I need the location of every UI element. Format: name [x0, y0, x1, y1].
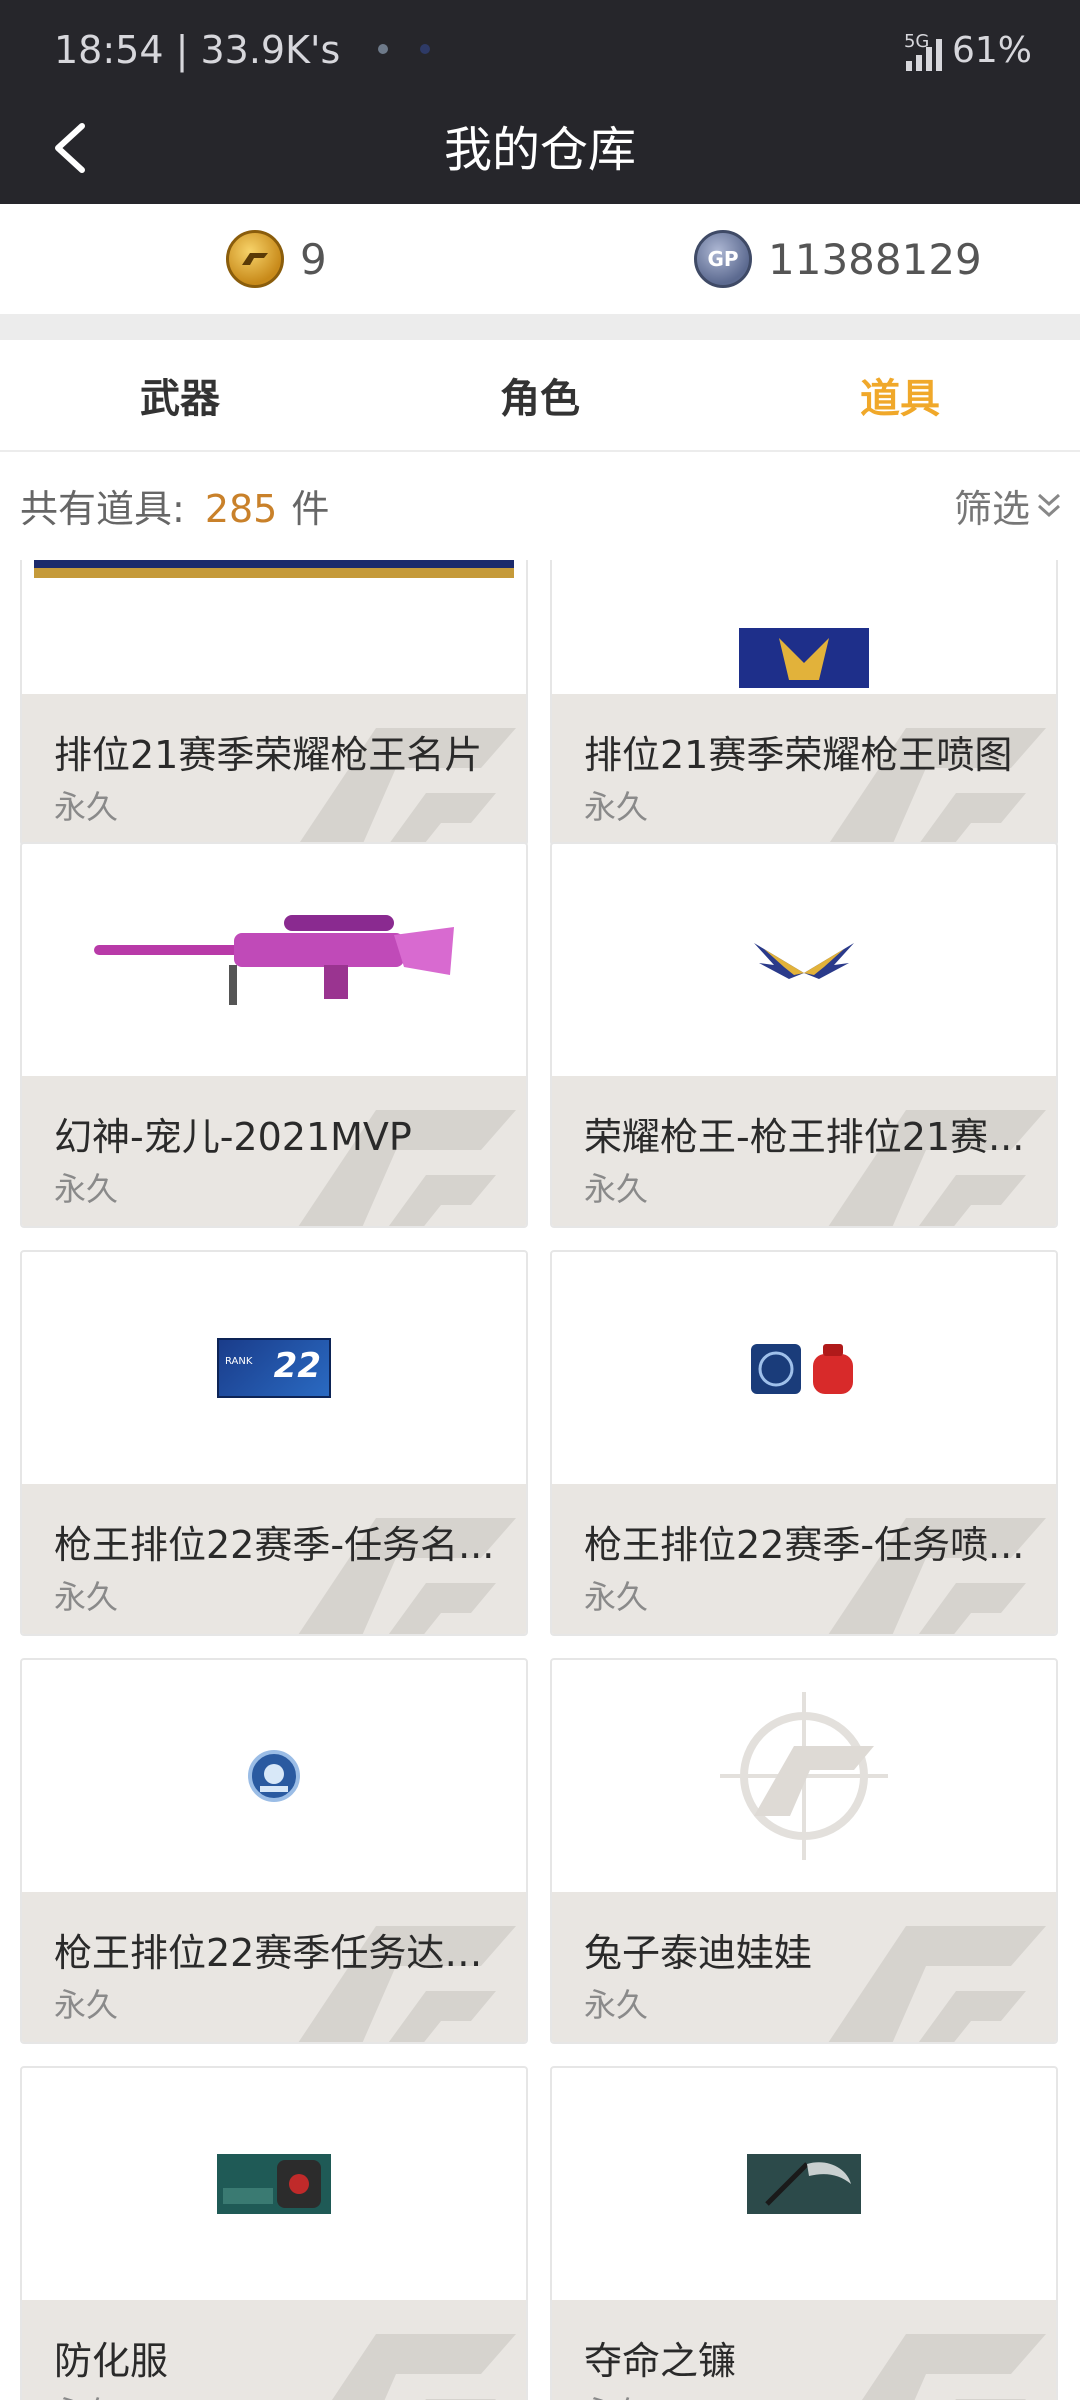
name-card-image — [34, 560, 514, 578]
page-title: 我的仓库 — [443, 122, 636, 178]
item-card[interactable]: 荣耀枪王-枪王排位21赛... 永久 — [550, 842, 1058, 1228]
item-duration: 永久 — [54, 788, 119, 826]
status-time: 18:54 | 33.9K's — [54, 28, 341, 72]
item-card[interactable]: 排位21赛季荣耀枪王名片 永久 — [20, 560, 528, 846]
tab-items[interactable]: 道具 — [720, 366, 1080, 424]
item-info: 夺命之镰 永久 — [552, 2300, 1056, 2400]
item-card[interactable]: 排位21赛季荣耀枪王喷图 永久 — [550, 560, 1058, 846]
spray-image — [739, 628, 869, 688]
status-notification-icons — [378, 44, 430, 54]
navigation-bar: 我的仓库 — [0, 100, 1080, 204]
wings-emblem-image — [754, 943, 854, 979]
rank-label: RANK — [225, 1356, 253, 1367]
notification-dot-icon — [378, 44, 388, 54]
network-type: 5G — [903, 31, 930, 52]
item-image — [552, 844, 1056, 1076]
section-divider — [0, 314, 1080, 340]
rank-number: 22 — [273, 1346, 321, 1386]
item-image — [552, 560, 1056, 694]
gp-amount: 11388129 — [768, 234, 982, 284]
hazmat-suit-image — [217, 2154, 331, 2214]
item-duration: 永久 — [584, 1170, 649, 1208]
count-number: 285 — [204, 487, 278, 531]
item-info: 枪王排位22赛季-任务名... 永久 — [22, 1484, 526, 1634]
item-image — [22, 2068, 526, 2300]
rank-22-spray-image — [751, 1344, 853, 1394]
item-info: 枪王排位22赛季任务达人... 永久 — [22, 1892, 526, 2042]
item-image: RANK 22 — [22, 1252, 526, 1484]
category-tabs: 武器 角色 道具 — [0, 340, 1080, 452]
item-info: 防化服 永久 — [22, 2300, 526, 2400]
item-name: 排位21赛季荣耀枪王名片 — [54, 733, 483, 777]
sniper-rifle-image — [94, 915, 454, 1005]
cf-amount: 9 — [300, 234, 327, 284]
item-name: 夺命之镰 — [584, 2339, 737, 2383]
item-duration: 永久 — [54, 1578, 119, 1616]
item-duration: 永久 — [54, 1170, 119, 1208]
item-name: 枪王排位22赛季任务达人... — [54, 1931, 506, 1975]
double-chevron-down-icon — [1037, 493, 1061, 517]
item-name: 防化服 — [54, 2339, 169, 2383]
item-image — [552, 2068, 1056, 2300]
cf-placeholder-image — [720, 1692, 888, 1860]
status-bar: 18:54 | 33.9K's 5G 61% — [0, 0, 1080, 100]
tab-characters[interactable]: 角色 — [360, 366, 720, 424]
item-card[interactable]: 幻神-宠儿-2021MVP 永久 — [20, 842, 528, 1228]
filter-label: 筛选 — [953, 487, 1030, 531]
item-duration: 永久 — [584, 788, 649, 826]
item-name: 兔子泰迪娃娃 — [584, 1931, 813, 1975]
item-name: 荣耀枪王-枪王排位21赛... — [584, 1115, 1025, 1159]
currency-bar: 9 GP 11388129 — [0, 204, 1080, 314]
gp-coin-icon: GP — [694, 230, 752, 288]
item-duration: 永久 — [584, 1986, 649, 2024]
signal-icon: 5G — [904, 31, 942, 71]
item-info: 枪王排位22赛季-任务喷... 永久 — [552, 1484, 1056, 1634]
filter-button[interactable]: 筛选 — [954, 478, 1062, 533]
item-grid: 排位21赛季荣耀枪王名片 永久 排位21赛季荣耀枪王喷图 永久 幻神-宠儿-20… — [0, 560, 1080, 2400]
item-name: 排位21赛季荣耀枪王喷图 — [584, 733, 1013, 777]
item-count: 共有道具: 285 件 — [20, 478, 329, 533]
tab-weapons[interactable]: 武器 — [0, 366, 360, 424]
cf-balance: 9 — [226, 230, 327, 288]
item-name: 枪王排位22赛季-任务名... — [54, 1523, 495, 1567]
item-card[interactable]: RANK 22 枪王排位22赛季-任务名... 永久 — [20, 1250, 528, 1636]
item-image — [22, 844, 526, 1076]
battery-level: 61% — [951, 30, 1032, 71]
item-duration: 永久 — [584, 1578, 649, 1616]
item-card[interactable]: 枪王排位22赛季-任务喷... 永久 — [550, 1250, 1058, 1636]
item-name: 幻神-宠儿-2021MVP — [54, 1115, 412, 1159]
count-unit: 件 — [291, 487, 330, 531]
notification-dot-icon — [420, 44, 430, 54]
item-card[interactable]: 防化服 永久 — [20, 2066, 528, 2400]
item-duration: 永久 — [584, 2388, 648, 2400]
round-badge-image — [248, 1750, 300, 1802]
item-info: 排位21赛季荣耀枪王喷图 永久 — [552, 694, 1056, 844]
cf-coin-icon — [226, 230, 284, 288]
item-card[interactable]: 夺命之镰 永久 — [550, 2066, 1058, 2400]
scythe-image — [747, 2154, 861, 2214]
item-card[interactable]: 枪王排位22赛季任务达人... 永久 — [20, 1658, 528, 2044]
status-right: 5G 61% — [904, 30, 1032, 71]
item-image — [552, 1660, 1056, 1892]
item-info: 排位21赛季荣耀枪王名片 永久 — [22, 694, 526, 844]
item-image — [22, 1660, 526, 1892]
item-name: 枪王排位22赛季-任务喷... — [584, 1523, 1025, 1567]
top-bar: 18:54 | 33.9K's 5G 61% 我的仓库 — [0, 0, 1080, 204]
gp-balance: GP 11388129 — [694, 230, 982, 288]
rank-22-card-image: RANK 22 — [217, 1338, 331, 1398]
summary-row: 共有道具: 285 件 筛选 — [0, 452, 1080, 552]
item-image — [552, 1252, 1056, 1484]
item-card[interactable]: 兔子泰迪娃娃 永久 — [550, 1658, 1058, 2044]
item-info: 荣耀枪王-枪王排位21赛... 永久 — [552, 1076, 1056, 1226]
item-duration: 永久 — [54, 1986, 119, 2024]
count-prefix: 共有道具: — [20, 487, 185, 531]
item-image — [22, 560, 526, 694]
item-info: 兔子泰迪娃娃 永久 — [552, 1892, 1056, 2042]
item-info: 幻神-宠儿-2021MVP 永久 — [22, 1076, 526, 1226]
item-duration: 永久 — [54, 2388, 118, 2400]
